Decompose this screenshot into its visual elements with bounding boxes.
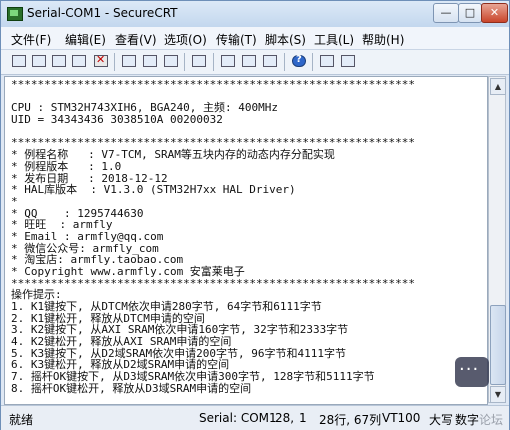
securecrt-app-icon xyxy=(7,7,23,21)
maximize-button[interactable]: □ xyxy=(458,3,482,23)
toolbar-separator xyxy=(284,53,285,71)
status-port: Serial: COM1 xyxy=(199,411,277,425)
menu-transfer[interactable]: 传输(T) xyxy=(216,31,257,48)
quick-connect-icon[interactable] xyxy=(31,53,47,69)
menu-bar: 文件(F) 编辑(E) 查看(V) 选项(O) 传输(T) 脚本(S) 工具(L… xyxy=(1,27,509,50)
scrollbar-thumb[interactable] xyxy=(490,305,506,385)
vertical-scrollbar[interactable]: ▲ ▼ xyxy=(488,76,506,403)
copy-icon[interactable] xyxy=(121,53,137,69)
menu-edit[interactable]: 编辑(E) xyxy=(65,31,106,48)
minimize-button[interactable]: — xyxy=(433,3,459,23)
session-options-icon[interactable] xyxy=(220,53,236,69)
menu-tools[interactable]: 工具(L) xyxy=(314,31,354,48)
paste-icon[interactable] xyxy=(142,53,158,69)
status-bar: 就绪 Serial: COM1 28, 1 28行, 67列 VT100 大写 … xyxy=(1,405,509,430)
sftp-icon[interactable] xyxy=(319,53,335,69)
menu-help[interactable]: 帮助(H) xyxy=(362,31,404,48)
toolbar-separator xyxy=(312,53,313,71)
terminal-line: ****************************************… xyxy=(11,78,415,91)
status-num: 数字 xyxy=(455,413,480,427)
status-caps: 大写 xyxy=(429,413,454,427)
terminal-line: UID = 34343436 3038510A 00200032 xyxy=(11,113,223,126)
title-bar[interactable]: Serial-COM1 - SecureCRT — □ ✕ xyxy=(1,1,509,27)
terminal-line: * HAL库版本 : V1.3.0 (STM32H7xx HAL Driver) xyxy=(11,183,296,196)
print-icon[interactable] xyxy=(191,53,207,69)
menu-file[interactable]: 文件(F) xyxy=(11,31,51,48)
find-icon[interactable] xyxy=(163,53,179,69)
status-ready: 就绪 xyxy=(9,413,34,427)
connect-tab-icon[interactable] xyxy=(51,53,67,69)
terminal-output[interactable]: ****************************************… xyxy=(4,76,488,405)
watermark-text: 论坛 xyxy=(479,413,504,427)
status-terminal-type: VT100 xyxy=(382,411,421,425)
scroll-up-arrow-icon[interactable]: ▲ xyxy=(490,78,506,95)
toolbar-separator xyxy=(184,53,185,71)
scroll-down-arrow-icon[interactable]: ▼ xyxy=(490,386,506,403)
window-title: Serial-COM1 - SecureCRT xyxy=(27,6,178,20)
close-button[interactable]: ✕ xyxy=(481,3,508,23)
toolbar-separator xyxy=(213,53,214,71)
global-options-icon[interactable] xyxy=(241,53,257,69)
terminal-line: ****************************************… xyxy=(11,277,415,290)
keymap-icon[interactable] xyxy=(262,53,278,69)
status-row: 28, xyxy=(275,411,295,425)
status-size: 28行, 67列 xyxy=(319,413,382,427)
chat-bubble-icon xyxy=(455,357,489,387)
menu-options[interactable]: 选项(O) xyxy=(164,31,207,48)
toolbar-separator xyxy=(114,53,115,71)
status-col: 1 xyxy=(299,411,307,425)
more-icon[interactable] xyxy=(340,53,356,69)
reconnect-icon[interactable] xyxy=(71,53,87,69)
toolbar xyxy=(1,50,509,75)
menu-script[interactable]: 脚本(S) xyxy=(265,31,306,48)
securecrt-window: Serial-COM1 - SecureCRT — □ ✕ 文件(F) 编辑(E… xyxy=(0,0,510,430)
disconnect-icon[interactable] xyxy=(93,53,109,69)
terminal-line: 8. 摇杆OK键松开, 释放从D3域SRAM申请的空间 xyxy=(11,382,252,395)
connect-icon[interactable] xyxy=(11,53,27,69)
help-icon[interactable] xyxy=(291,53,307,69)
menu-view[interactable]: 查看(V) xyxy=(115,31,157,48)
